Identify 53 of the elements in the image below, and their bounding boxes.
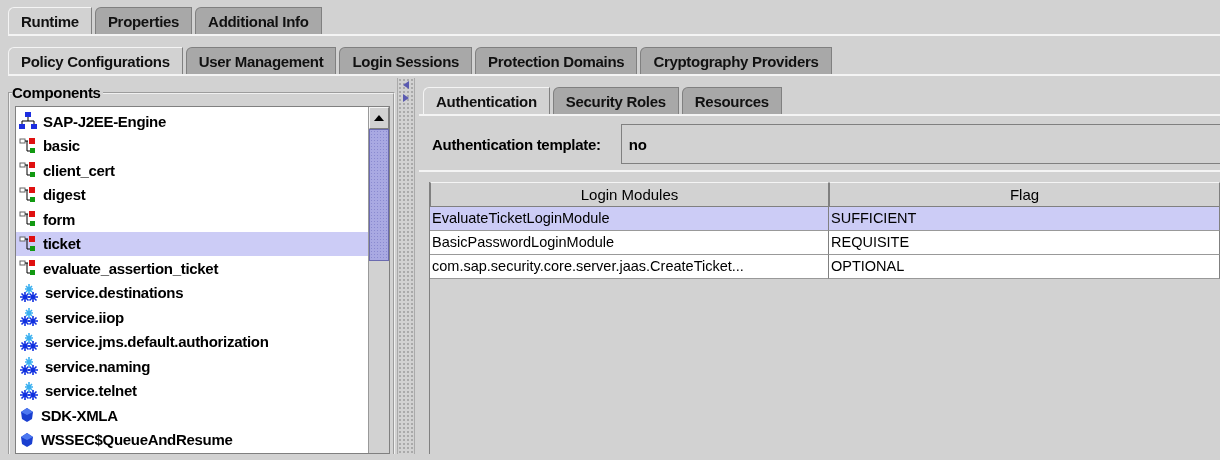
template-label: Authentication template: — [432, 135, 601, 153]
tree-nodes-icon — [19, 259, 37, 278]
tree-item[interactable]: WSSEC$QueueAndResume — [16, 427, 368, 452]
collapse-arrows-icon — [403, 81, 409, 103]
scroll-thumb[interactable] — [369, 129, 389, 261]
table-row[interactable]: BasicPasswordLoginModule REQUISITE — [430, 231, 1220, 255]
table-cell: com.sap.security.core.server.jaas.CreateTicket... — [430, 255, 829, 279]
tab[interactable]: Protection Domains — [475, 47, 638, 74]
tree-item[interactable]: evaluate_assertion_ticket — [16, 256, 368, 281]
scroll-up-button[interactable] — [369, 107, 389, 129]
snowflake-icon — [19, 282, 39, 303]
tree-item[interactable]: form — [16, 207, 368, 232]
column-header[interactable]: Login Modules — [430, 182, 829, 207]
tree-nodes-icon — [19, 136, 37, 155]
column-header[interactable]: Flag — [829, 182, 1220, 207]
table-cell: OPTIONAL — [829, 255, 1220, 279]
tree-item[interactable]: service.destinations — [16, 280, 368, 305]
tree-item[interactable]: service.telnet — [16, 378, 368, 403]
tab[interactable]: User Management — [185, 47, 337, 74]
tree-item[interactable]: digest — [16, 182, 368, 207]
tree-item[interactable]: service.naming — [16, 354, 368, 379]
snowflake-icon — [19, 380, 39, 401]
hierarchy-icon — [19, 112, 37, 131]
tree-item[interactable]: service.iiop — [16, 305, 368, 330]
tree-item[interactable]: basic — [16, 133, 368, 158]
tab[interactable]: Properties — [94, 7, 193, 34]
gem-icon — [19, 431, 35, 448]
tab[interactable]: Cryptography Providers — [640, 47, 832, 74]
tree-nodes-icon — [19, 161, 37, 180]
tree-nodes-icon — [19, 210, 37, 229]
tab[interactable]: Additional Info — [195, 7, 322, 34]
tree-item[interactable]: SAP-J2EE-Engine — [16, 109, 368, 134]
tab[interactable]: Login Sessions — [339, 47, 473, 74]
table-row[interactable]: EvaluateTicketLoginModule SUFFICIENT — [430, 207, 1220, 231]
snowflake-icon — [19, 307, 39, 328]
tree-item[interactable]: SDK-XMLA — [16, 403, 368, 428]
tree-nodes-icon — [19, 234, 37, 253]
scrollbar[interactable] — [368, 107, 389, 453]
table-row[interactable]: com.sap.security.core.server.jaas.CreateTicket... OPTIONAL — [430, 255, 1220, 279]
snowflake-icon — [19, 331, 39, 352]
tab[interactable]: Policy Configurations — [8, 47, 183, 74]
template-field[interactable]: no — [620, 124, 1220, 164]
tree-item[interactable]: client_cert — [16, 158, 368, 183]
tree-nodes-icon — [19, 185, 37, 204]
snowflake-icon — [19, 356, 39, 377]
tab[interactable]: Resources — [681, 87, 782, 114]
gem-icon — [19, 407, 35, 424]
tab[interactable]: Security Roles — [552, 87, 679, 114]
tab[interactable]: Authentication — [423, 87, 550, 114]
tree-item[interactable]: ticket — [16, 231, 368, 256]
up-arrow-icon — [374, 115, 384, 121]
tab[interactable]: Runtime — [8, 7, 92, 34]
tree-item[interactable]: service.jms.default.authorization — [16, 329, 368, 354]
